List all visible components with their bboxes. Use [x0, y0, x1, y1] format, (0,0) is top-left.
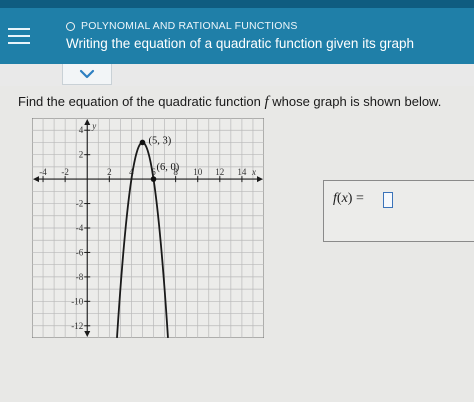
y-tick-label: -2 — [76, 199, 84, 209]
x-tick-label: -4 — [39, 167, 47, 177]
hamburger-menu-icon[interactable] — [8, 26, 32, 46]
section-row: POLYNOMIAL AND RATIONAL FUNCTIONS — [66, 19, 298, 33]
question-suffix: whose graph is shown below. — [268, 94, 442, 109]
header-top-stripe — [0, 0, 474, 8]
answer-input[interactable] — [383, 192, 393, 208]
y-tick-label: -12 — [71, 321, 83, 331]
chevron-down-icon — [79, 69, 95, 79]
x-intercept-label: (6, 0) — [157, 162, 180, 173]
expand-toggle-button[interactable] — [62, 64, 112, 85]
y-tick-label: -6 — [76, 247, 84, 257]
y-tick-label: -8 — [76, 272, 84, 282]
x-tick-label: -2 — [61, 167, 68, 177]
header-bar: POLYNOMIAL AND RATIONAL FUNCTIONS Writin… — [0, 0, 474, 64]
x-tick-label: 2 — [107, 167, 112, 177]
page-title: Writing the equation of a quadratic func… — [66, 36, 414, 51]
x-axis-label: x — [251, 167, 256, 177]
answer-label: f(x) = — [333, 191, 364, 207]
answer-label-rest: ) = — [347, 191, 364, 206]
question-text: Find the equation of the quadratic funct… — [18, 94, 441, 111]
x-tick-label: 12 — [215, 167, 224, 177]
y-tick-label: -4 — [76, 223, 84, 233]
progress-circle-icon — [66, 21, 75, 31]
y-tick-label: 4 — [79, 125, 84, 135]
x-intercept-point — [150, 176, 157, 182]
graph-svg: -4 -2 2 4 6 8 10 12 1442-2-4-6-8-10-12xy(5, 3)(6… — [31, 117, 265, 339]
answer-panel: f(x) = — [323, 180, 474, 242]
question-prefix: Find the equation of the quadratic funct… — [18, 94, 265, 109]
y-tick-label: 2 — [79, 150, 84, 160]
y-tick-label: -10 — [71, 296, 83, 306]
vertex-label: (5, 3) — [148, 135, 171, 146]
y-axis-label: y — [91, 121, 96, 131]
x-tick-label: 10 — [193, 167, 203, 177]
section-title: POLYNOMIAL AND RATIONAL FUNCTIONS — [81, 20, 298, 32]
x-tick-label: 14 — [237, 167, 247, 177]
graph: -4 -2 2 4 6 8 10 12 14 4 2 -2 -4 -6 -8 -10 -12 x y (5, 3) (6… — [31, 117, 265, 339]
vertex-point — [139, 139, 146, 146]
